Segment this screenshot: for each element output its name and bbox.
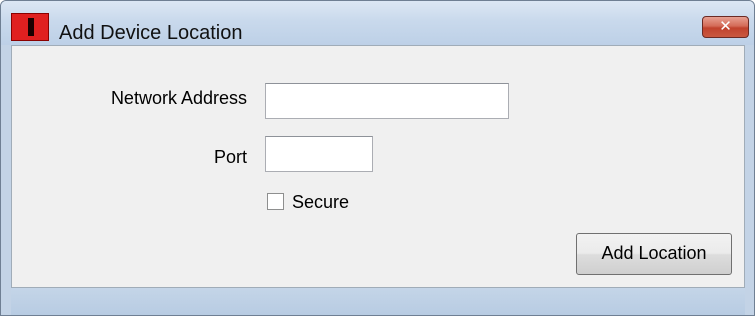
close-button[interactable]: ✕ [702, 16, 749, 38]
secure-checkbox[interactable] [267, 193, 284, 210]
port-input[interactable] [265, 136, 373, 172]
app-icon [11, 13, 49, 41]
secure-label[interactable]: Secure [292, 191, 349, 213]
port-label: Port [213, 147, 247, 167]
network-address-label: Network Address [110, 88, 247, 108]
window-frame-bottom [11, 288, 745, 315]
window-title: Add Device Location [59, 22, 243, 44]
close-icon: ✕ [719, 17, 732, 35]
add-device-location-dialog: Add Device Location ✕ Network Address Po… [0, 0, 755, 316]
title-bar[interactable]: Add Device Location ✕ [1, 1, 754, 45]
app-icon-mark [28, 18, 34, 36]
add-location-button[interactable]: Add Location [576, 233, 732, 275]
dialog-body: Network Address Port Secure Add Location [11, 45, 745, 288]
network-address-input[interactable] [265, 83, 509, 119]
